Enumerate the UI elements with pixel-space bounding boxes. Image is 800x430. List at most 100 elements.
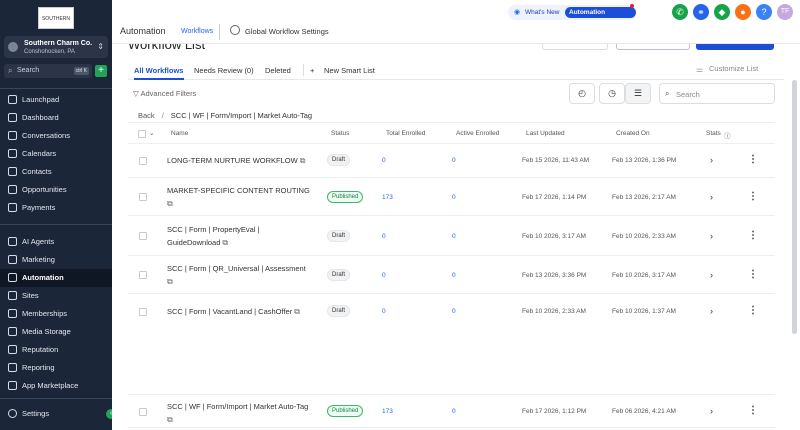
sidebar-item-opportunities[interactable]: Opportunities — [0, 181, 112, 199]
external-link-icon[interactable]: ⧉ — [294, 307, 300, 316]
table-row[interactable]: SCC | Form | VacantLand | CashOffer ⧉ Dra… — [128, 294, 775, 330]
sidebar-item-contacts[interactable]: Contacts — [0, 163, 112, 181]
new-smart-list-button[interactable]: New Smart List — [324, 66, 375, 75]
column-total-enrolled[interactable]: Total Enrolled — [386, 130, 425, 137]
active-enrolled[interactable]: 0 — [452, 272, 456, 279]
active-enrolled[interactable]: 0 — [452, 233, 456, 240]
sidebar-search[interactable]: ⌕ Search ctrl K — [4, 64, 92, 78]
more-options-icon[interactable]: ⋮ — [748, 269, 758, 280]
chevron-down-icon[interactable]: ⌄ — [149, 129, 154, 137]
total-enrolled[interactable]: 173 — [382, 408, 393, 415]
table-row[interactable]: SCC | WF | Form/Import | Market Auto-Tag… — [128, 394, 775, 428]
help-icon[interactable]: ? — [756, 4, 772, 20]
sidebar-item-conversations[interactable]: Conversations — [0, 127, 112, 145]
sidebar-item-sites[interactable]: Sites — [0, 287, 112, 305]
chevron-right-icon[interactable]: › — [710, 406, 713, 416]
header-button[interactable] — [542, 44, 608, 50]
advanced-filters-button[interactable]: ▽ Advanced Filters — [133, 89, 196, 98]
history-icon[interactable]: ◴ — [569, 83, 595, 104]
sidebar-item-app-marketplace[interactable]: App Marketplace — [0, 377, 112, 395]
column-status[interactable]: Status — [331, 130, 349, 137]
sidebar-item-dashboard[interactable]: Dashboard — [0, 109, 112, 127]
workflow-name-link[interactable]: SCC | Form | VacantLand | CashOffer ⧉ — [167, 305, 327, 318]
more-options-icon[interactable]: ⋮ — [748, 191, 758, 202]
row-checkbox[interactable] — [139, 232, 147, 240]
column-stats[interactable]: Stats — [706, 130, 721, 137]
active-enrolled[interactable]: 0 — [452, 157, 456, 164]
more-options-icon[interactable]: ⋮ — [748, 305, 758, 316]
bell-icon[interactable]: ● — [735, 4, 751, 20]
company-logo[interactable]: SOUTHERN CHARM — [38, 7, 74, 29]
row-checkbox[interactable] — [139, 157, 147, 165]
more-options-icon[interactable]: ⋮ — [748, 230, 758, 241]
sidebar-item-reporting[interactable]: Reporting — [0, 359, 112, 377]
more-options-icon[interactable]: ⋮ — [748, 154, 758, 165]
sidebar-item-memberships[interactable]: Memberships — [0, 305, 112, 323]
row-checkbox[interactable] — [139, 408, 147, 416]
chevron-right-icon[interactable]: › — [710, 306, 713, 316]
chevron-right-icon[interactable]: › — [710, 231, 713, 241]
table-row[interactable]: LONG-TERM NURTURE WORKFLOW ⧉ Draft 0 0 Fe… — [128, 144, 775, 178]
workflow-name-link[interactable]: SCC | Form | PropertyEval | GuideDownloa… — [167, 223, 267, 249]
workflow-name-link[interactable]: LONG-TERM NURTURE WORKFLOW ⧉ — [167, 154, 317, 167]
chevron-right-icon[interactable]: › — [710, 155, 713, 165]
select-all-checkbox[interactable] — [138, 130, 146, 138]
sidebar-item-calendars[interactable]: Calendars — [0, 145, 112, 163]
row-checkbox[interactable] — [139, 193, 147, 201]
sidebar-item-automation[interactable]: Automation — [0, 269, 112, 287]
tab-deleted[interactable]: Deleted — [265, 66, 291, 75]
total-enrolled[interactable]: 0 — [382, 308, 386, 315]
sidebar-item-media-storage[interactable]: Media Storage — [0, 323, 112, 341]
external-link-icon[interactable]: ⧉ — [222, 238, 228, 247]
user-avatar[interactable]: TF — [777, 4, 793, 20]
row-checkbox[interactable] — [139, 308, 147, 316]
workflow-name-link[interactable]: MARKET-SPECIFIC CONTENT ROUTING ⧉ — [167, 184, 317, 210]
list-view-icon[interactable]: ☰ — [625, 83, 651, 104]
global-workflow-settings-link[interactable]: Global Workflow Settings — [245, 27, 329, 36]
row-checkbox[interactable] — [139, 271, 147, 279]
announcement-icon[interactable]: ◆ — [714, 4, 730, 20]
whats-new-button[interactable]: ◉ What's New Automation Updates — [508, 4, 636, 27]
workflow-name-link[interactable]: SCC | WF | Form/Import | Market Auto-Tag… — [167, 400, 317, 426]
tab-workflows[interactable]: Workflows — [181, 28, 213, 35]
chevron-right-icon[interactable]: › — [710, 270, 713, 280]
quick-add-button[interactable]: + — [95, 65, 107, 77]
sidebar-item-reputation[interactable]: Reputation — [0, 341, 112, 359]
sidebar-item-payments[interactable]: Payments — [0, 199, 112, 217]
total-enrolled[interactable]: 173 — [382, 194, 393, 201]
active-enrolled[interactable]: 0 — [452, 308, 456, 315]
customize-list-button[interactable]: Customize List — [709, 64, 758, 73]
total-enrolled[interactable]: 0 — [382, 157, 386, 164]
chevron-right-icon[interactable]: › — [710, 192, 713, 202]
total-enrolled[interactable]: 0 — [382, 272, 386, 279]
sidebar-item-ai-agents[interactable]: AI Agents — [0, 233, 112, 251]
external-link-icon[interactable]: ⧉ — [167, 277, 173, 286]
active-enrolled[interactable]: 0 — [452, 194, 456, 201]
column-created-on[interactable]: Created On — [616, 130, 650, 137]
create-workflow-button[interactable] — [696, 44, 774, 50]
table-row[interactable]: SCC | Form | PropertyEval | GuideDownloa… — [128, 216, 775, 256]
back-link[interactable]: Back — [138, 111, 155, 120]
external-link-icon[interactable]: ⧉ — [167, 415, 173, 424]
sidebar-item-launchpad[interactable]: Launchpad — [0, 91, 112, 109]
sidebar-item-marketing[interactable]: Marketing — [0, 251, 112, 269]
more-options-icon[interactable]: ⋮ — [748, 405, 758, 416]
table-row[interactable]: SCC | Form | QR_Universal | Assessment ⧉ … — [128, 256, 775, 294]
active-enrolled[interactable]: 0 — [452, 408, 456, 415]
clock-icon[interactable]: ◷ — [599, 83, 625, 104]
column-last-updated[interactable]: Last Updated — [526, 130, 565, 137]
header-button[interactable] — [616, 44, 690, 50]
column-active-enrolled[interactable]: Active Enrolled — [456, 130, 499, 137]
tab-needs-review[interactable]: Needs Review (0) — [194, 66, 254, 75]
external-link-icon[interactable]: ⧉ — [167, 199, 173, 208]
table-row[interactable]: MARKET-SPECIFIC CONTENT ROUTING ⧉ Publish… — [128, 178, 775, 216]
location-switcher[interactable]: Southern Charm Co... Conshohocken, PA ⇕ — [4, 36, 108, 58]
column-name[interactable]: Name — [171, 130, 188, 137]
sidebar-item-settings[interactable]: Settings — [0, 405, 112, 423]
scrollbar[interactable] — [792, 80, 797, 334]
phone-icon[interactable]: ✆ — [672, 4, 688, 20]
external-link-icon[interactable]: ⧉ — [300, 156, 306, 165]
workflow-name-link[interactable]: SCC | Form | QR_Universal | Assessment ⧉ — [167, 262, 312, 288]
tab-all-workflows[interactable]: All Workflows — [134, 66, 183, 75]
link-icon[interactable]: ⚭ — [693, 4, 709, 20]
